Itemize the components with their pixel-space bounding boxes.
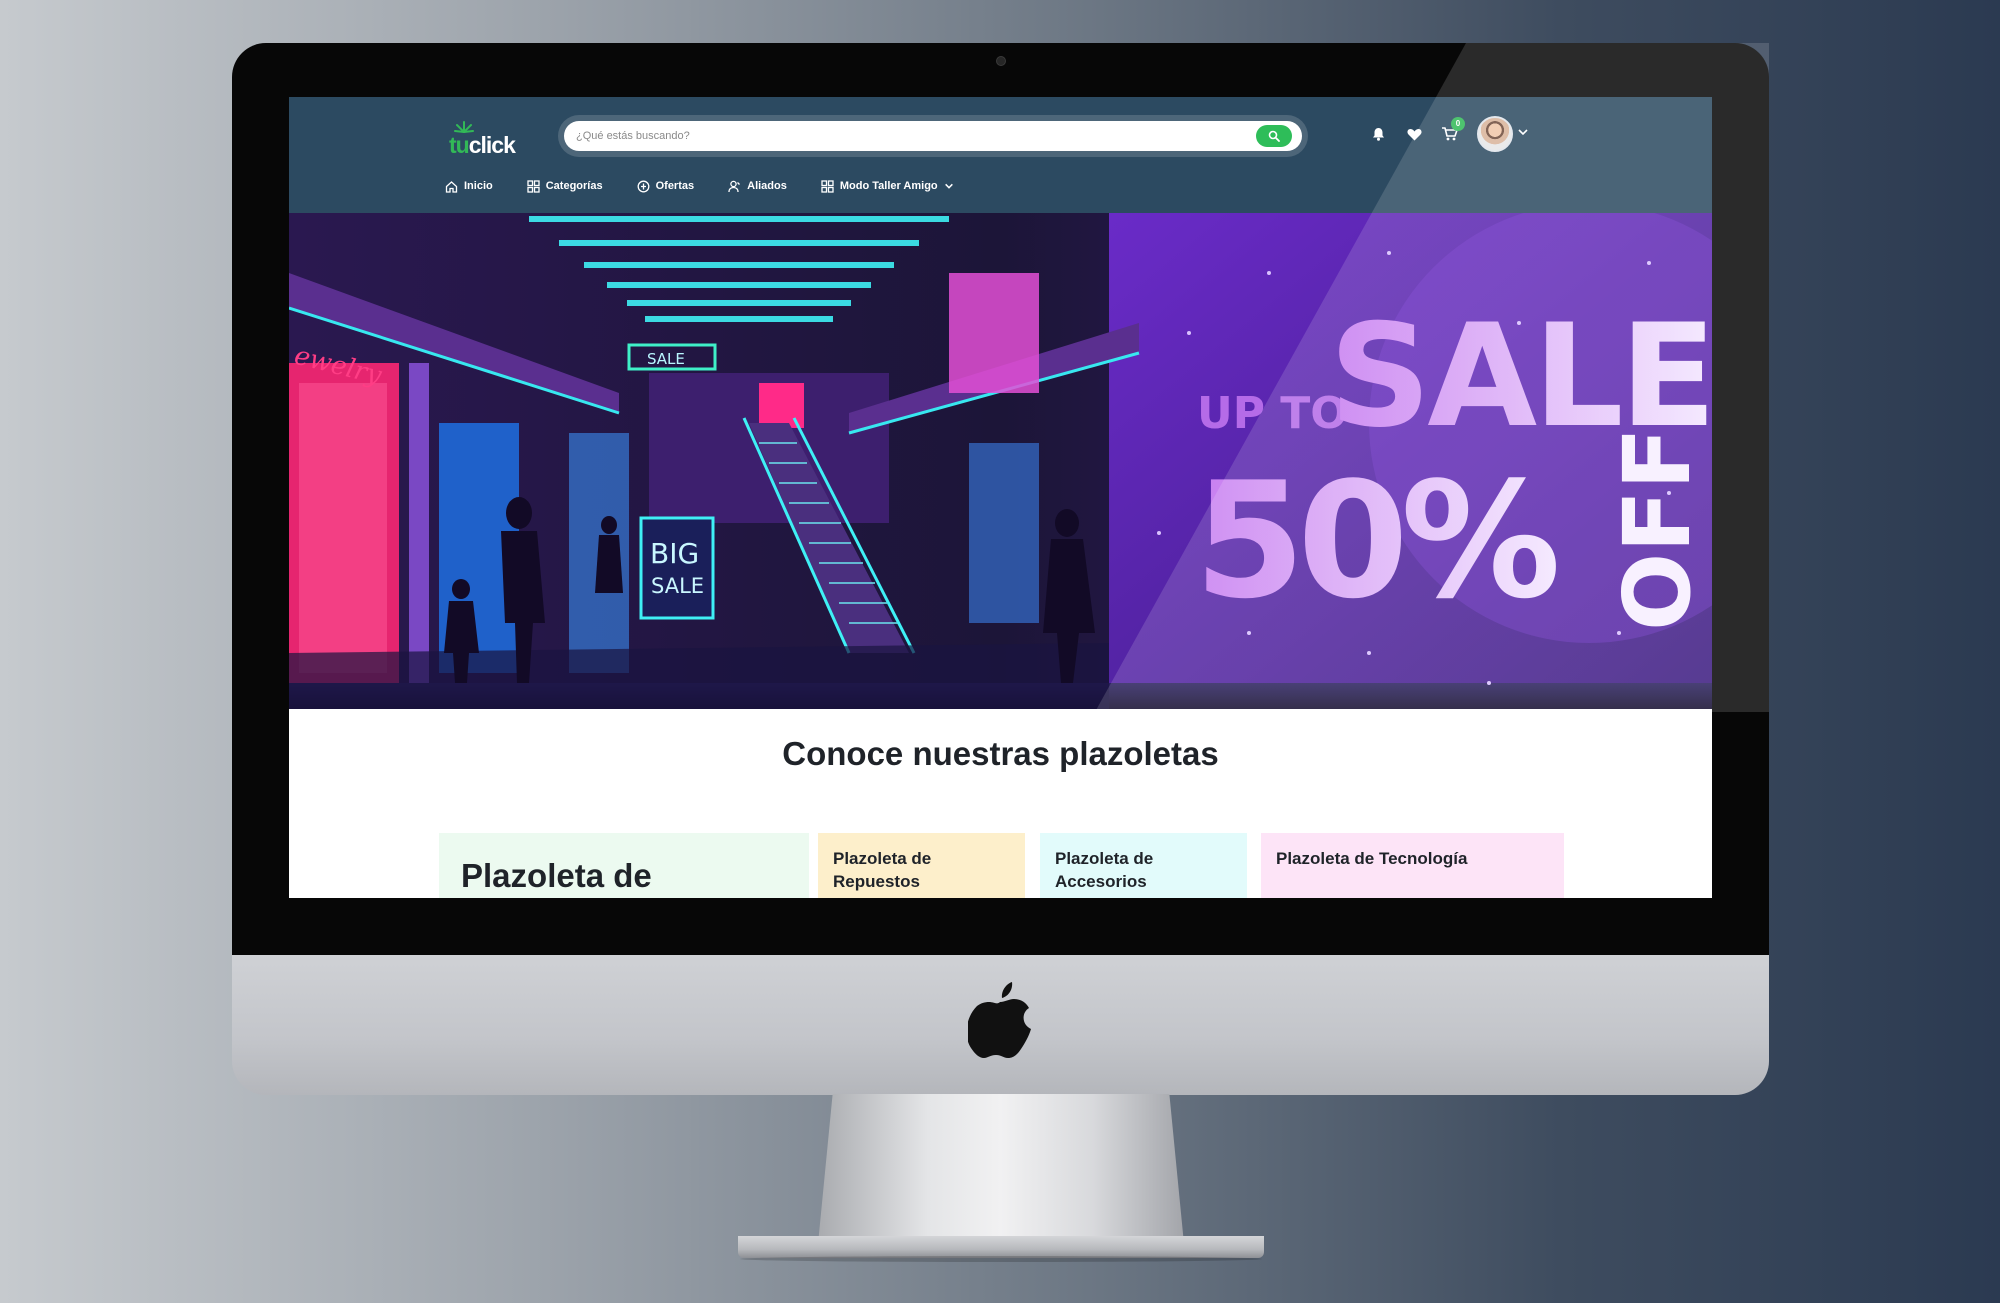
monitor-foot	[738, 1236, 1264, 1258]
nav-item-label: Ofertas	[655, 180, 695, 192]
cart-count-badge: 0	[1451, 117, 1465, 131]
search-bar	[558, 115, 1308, 157]
main-nav: Inicio Categorías Ofertas Aliados Modo T…	[445, 175, 988, 197]
offer-icon	[637, 180, 650, 192]
plaza-card-label: Plazoleta de Accesorios	[1055, 849, 1154, 891]
plaza-card-accesorios[interactable]: Plazoleta de Accesorios	[1040, 833, 1247, 898]
left-pillar	[409, 363, 429, 693]
user-avatar[interactable]	[1477, 116, 1513, 152]
nav-item-aliados[interactable]: Aliados	[728, 180, 787, 193]
search-button[interactable]	[1256, 125, 1292, 147]
nav-item-label: Categorías	[545, 180, 603, 192]
browser-screen: tu click ¿Qué estás buscando? 0 Inicio C…	[289, 97, 1712, 898]
nav-item-label: Inicio	[464, 180, 493, 192]
section-title: Conoce nuestras plazoletas	[782, 735, 1219, 772]
plaza-card-label: Plazoleta de Repuestos	[833, 849, 932, 891]
logo-text-tu: tu	[449, 132, 470, 158]
chevron-down-icon[interactable]	[1517, 126, 1529, 138]
big-sign-text: BIG	[650, 537, 699, 570]
hero-up-to-text: UP TO	[1197, 388, 1348, 439]
monitor-stand	[818, 1094, 1184, 1244]
hero-illustration: ewelry SALE BIG SALE UP TO SALE 50% OFF	[289, 213, 1712, 709]
site-header: tu click ¿Qué estás buscando? 0 Inicio C…	[289, 97, 1712, 213]
plaza-card-label: Plazoleta de Tecnología	[1276, 849, 1468, 868]
notifications-button[interactable]	[1367, 123, 1389, 145]
hero-percent-text: 50%	[1194, 447, 1557, 634]
nav-item-label: Aliados	[747, 180, 787, 192]
logo-spark-icon	[454, 121, 474, 133]
partner-icon	[728, 180, 741, 192]
search-icon	[1268, 130, 1280, 142]
monitor-foot-shadow	[740, 1256, 1262, 1262]
grid-icon	[821, 179, 834, 193]
apple-logo-icon	[968, 982, 1031, 1058]
plaza-card-repuestos[interactable]: Plazoleta de Repuestos	[818, 833, 1025, 898]
site-logo[interactable]: tu click	[449, 119, 516, 159]
search-input[interactable]	[564, 121, 1302, 151]
chevron-down-icon	[944, 183, 953, 189]
grid-icon	[527, 179, 540, 193]
hero-banner[interactable]: ewelry SALE BIG SALE UP TO SALE 50% OFF	[289, 213, 1712, 709]
nav-item-label: Modo Taller Amigo	[839, 180, 938, 192]
right-shop-window-low	[969, 443, 1039, 623]
mall-floor	[289, 643, 1109, 709]
right-shop-window	[949, 273, 1039, 393]
hero-off-text: OFF	[1604, 427, 1711, 631]
sale-sign: SALE	[647, 350, 685, 368]
big-sale-sign-text: SALE	[651, 574, 704, 598]
home-icon	[445, 180, 458, 193]
nav-item-ofertas[interactable]: Ofertas	[637, 180, 695, 193]
bell-icon	[1372, 128, 1384, 141]
nav-item-modo-taller-amigo[interactable]: Modo Taller Amigo	[821, 179, 954, 193]
camera-icon	[996, 56, 1006, 66]
cart-button[interactable]: 0	[1439, 117, 1465, 145]
left-shop-glow	[299, 383, 387, 673]
favorites-button[interactable]	[1403, 123, 1425, 145]
plaza-card-general[interactable]: Plazoleta de	[439, 833, 809, 898]
nav-item-inicio[interactable]: Inicio	[445, 180, 493, 193]
heart-icon	[1406, 128, 1422, 140]
plaza-card-label: Plazoleta de	[461, 857, 652, 894]
nav-item-categorias[interactable]: Categorías	[527, 179, 603, 193]
plaza-card-tecnologia[interactable]: Plazoleta de Tecnología	[1261, 833, 1564, 898]
logo-text-click: click	[468, 132, 516, 158]
